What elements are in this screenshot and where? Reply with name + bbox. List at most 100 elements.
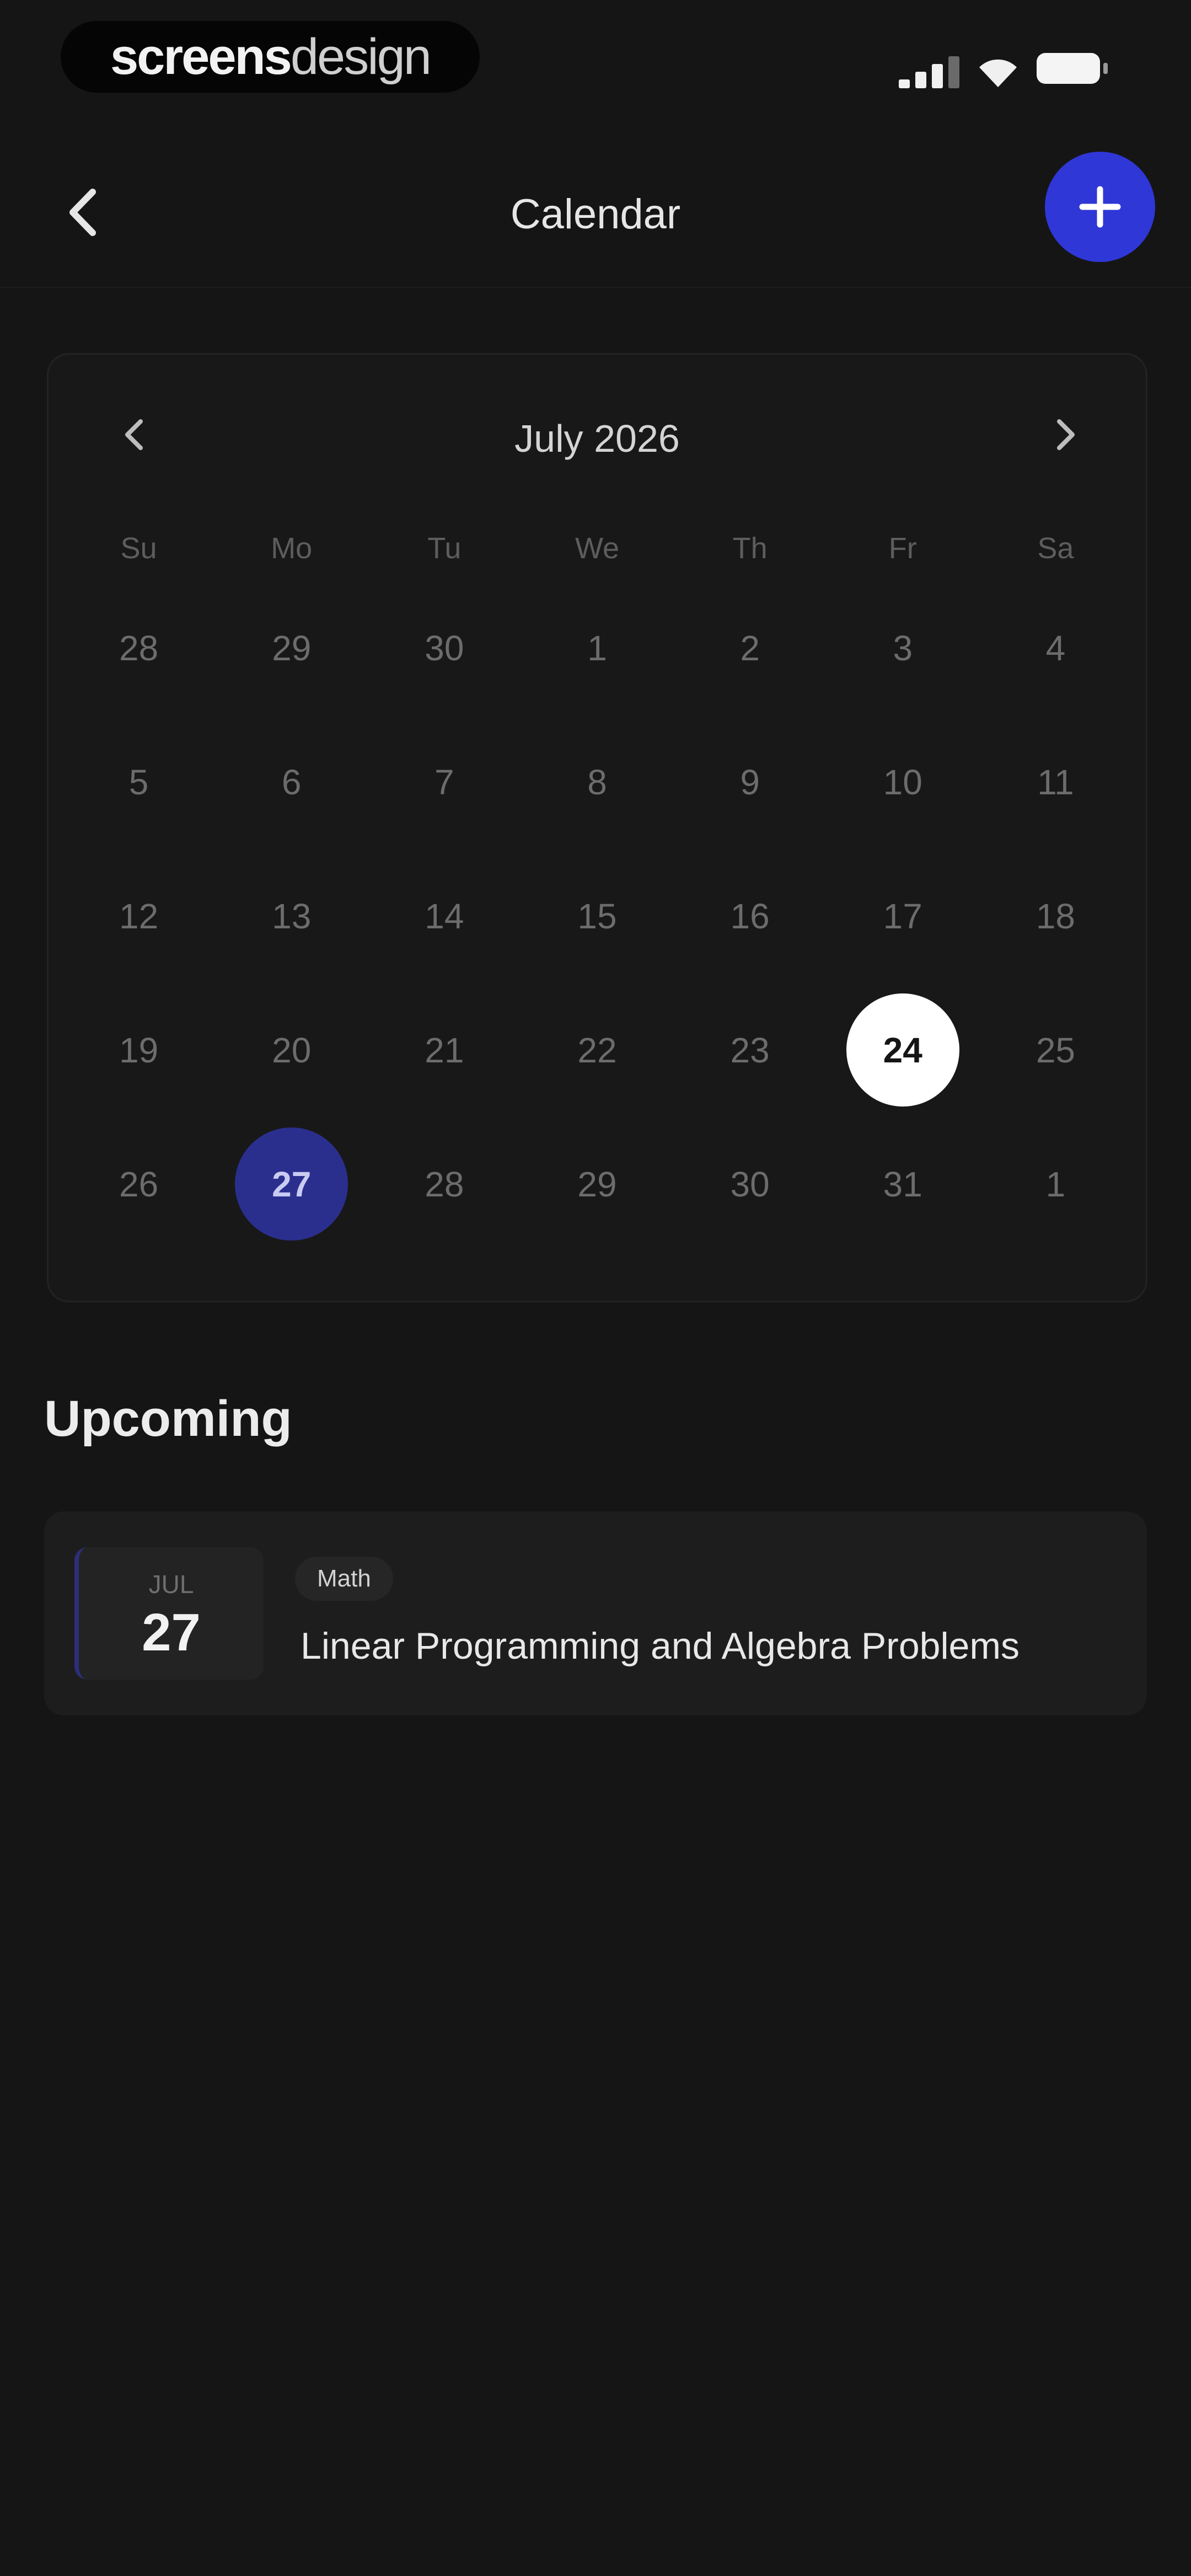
day-cell[interactable]: 31: [827, 1117, 979, 1251]
day-cell[interactable]: 23: [674, 983, 827, 1117]
day-cell[interactable]: 29: [215, 581, 368, 715]
day-cell[interactable]: 26: [62, 1117, 215, 1251]
day-cell[interactable]: 30: [368, 581, 521, 715]
weekday-row: Su Mo Tu We Th Fr Sa: [62, 531, 1132, 575]
battery-icon: [1037, 53, 1108, 84]
next-month-button[interactable]: [1038, 404, 1093, 465]
day-number: 29: [577, 1164, 617, 1204]
day-cell[interactable]: 5: [62, 715, 215, 849]
day-cell[interactable]: 6: [215, 715, 368, 849]
weekday-label: Mo: [271, 532, 313, 565]
day-number: 15: [577, 896, 617, 936]
event-day: 27: [142, 1603, 201, 1662]
event-date-badge: JUL 27: [74, 1547, 264, 1680]
brand-logo-light: design: [290, 28, 432, 85]
day-cell[interactable]: 13: [215, 849, 368, 983]
day-cell[interactable]: 8: [521, 715, 673, 849]
day-number: 28: [425, 1164, 464, 1204]
day-number: 14: [425, 896, 464, 936]
day-cell[interactable]: 11: [979, 715, 1132, 849]
brand-logo: screens design: [61, 21, 480, 93]
event-card[interactable]: JUL 27 Math Linear Programming and Algeb…: [44, 1511, 1147, 1715]
day-number: 7: [434, 762, 454, 802]
brand-logo-bold: screens: [110, 28, 292, 85]
day-number: 10: [883, 762, 922, 802]
calendar-header: July 2026: [49, 404, 1146, 465]
signal-icon: [899, 55, 959, 88]
weekday-label: Th: [732, 532, 768, 565]
event-month: JUL: [148, 1570, 194, 1599]
day-cell[interactable]: 10: [827, 715, 979, 849]
day-number: 28: [119, 628, 159, 668]
day-cell[interactable]: 9: [674, 715, 827, 849]
day-number: 13: [272, 896, 312, 936]
day-cell[interactable]: 25: [979, 983, 1132, 1117]
day-cell[interactable]: 30: [674, 1117, 827, 1251]
day-number: 2: [740, 628, 760, 668]
day-number: 18: [1036, 896, 1075, 936]
add-event-button[interactable]: [1045, 152, 1155, 262]
day-number: 3: [893, 628, 913, 668]
day-number: 20: [272, 1030, 312, 1070]
day-number: 22: [577, 1030, 617, 1070]
day-number: 9: [740, 762, 760, 802]
calendar-card: July 2026 Su Mo Tu We Th Fr Sa 28 29 30 1 2 3 4 5 6 7 8 9…: [47, 353, 1147, 1302]
day-number: 17: [883, 896, 922, 936]
day-cell[interactable]: 12: [62, 849, 215, 983]
event-title: Linear Programming and Algebra Problems: [301, 1625, 1020, 1667]
day-cell[interactable]: 15: [521, 849, 673, 983]
wifi-icon: [979, 59, 1017, 87]
month-label: July 2026: [514, 417, 680, 460]
day-cell[interactable]: 21: [368, 983, 521, 1117]
day-number: 4: [1045, 628, 1066, 668]
day-grid: 28 29 30 1 2 3 4 5 6 7 8 9 10 11 12 13 14 15 16 17 18 19 20 21 2…: [62, 581, 1132, 1251]
weekday-label: Tu: [427, 532, 462, 565]
weekday-label: Fr: [888, 532, 917, 565]
day-cell-today[interactable]: 24: [827, 983, 979, 1117]
day-number: 30: [425, 628, 464, 668]
day-number: 1: [587, 628, 607, 668]
header-bar: Calendar: [0, 138, 1191, 288]
day-number: 6: [281, 762, 302, 802]
weekday-label: We: [575, 532, 619, 565]
subject-tag: Math: [295, 1557, 393, 1601]
day-number: 24: [846, 993, 959, 1107]
day-cell[interactable]: 17: [827, 849, 979, 983]
day-number: 26: [119, 1164, 159, 1204]
day-cell[interactable]: 28: [368, 1117, 521, 1251]
day-cell[interactable]: 4: [979, 581, 1132, 715]
day-cell[interactable]: 2: [674, 581, 827, 715]
day-cell[interactable]: 20: [215, 983, 368, 1117]
day-cell[interactable]: 28: [62, 581, 215, 715]
upcoming-heading: Upcoming: [44, 1391, 292, 1447]
weekday-label: Su: [120, 532, 157, 565]
day-number: 16: [730, 896, 770, 936]
day-number: 21: [425, 1030, 464, 1070]
day-cell[interactable]: 19: [62, 983, 215, 1117]
day-number: 27: [235, 1127, 348, 1241]
day-number: 8: [587, 762, 607, 802]
day-number: 25: [1036, 1030, 1075, 1070]
day-cell-selected[interactable]: 27: [215, 1117, 368, 1251]
day-number: 23: [730, 1030, 770, 1070]
day-cell[interactable]: 1: [979, 1117, 1132, 1251]
day-cell[interactable]: 14: [368, 849, 521, 983]
day-cell[interactable]: 18: [979, 849, 1132, 983]
day-number: 5: [128, 762, 149, 802]
day-cell[interactable]: 7: [368, 715, 521, 849]
day-number: 29: [272, 628, 312, 668]
day-number: 31: [883, 1164, 922, 1204]
day-cell[interactable]: 1: [521, 581, 673, 715]
day-cell[interactable]: 22: [521, 983, 673, 1117]
day-number: 1: [1045, 1164, 1066, 1204]
day-cell[interactable]: 16: [674, 849, 827, 983]
weekday-label: Sa: [1037, 532, 1074, 565]
day-number: 11: [1037, 762, 1074, 802]
page-title: Calendar: [510, 191, 681, 238]
day-cell[interactable]: 3: [827, 581, 979, 715]
day-cell[interactable]: 29: [521, 1117, 673, 1251]
day-number: 19: [119, 1030, 159, 1070]
status-bar: screens design: [0, 0, 1191, 121]
day-number: 30: [730, 1164, 770, 1204]
plus-icon: [1079, 186, 1121, 228]
